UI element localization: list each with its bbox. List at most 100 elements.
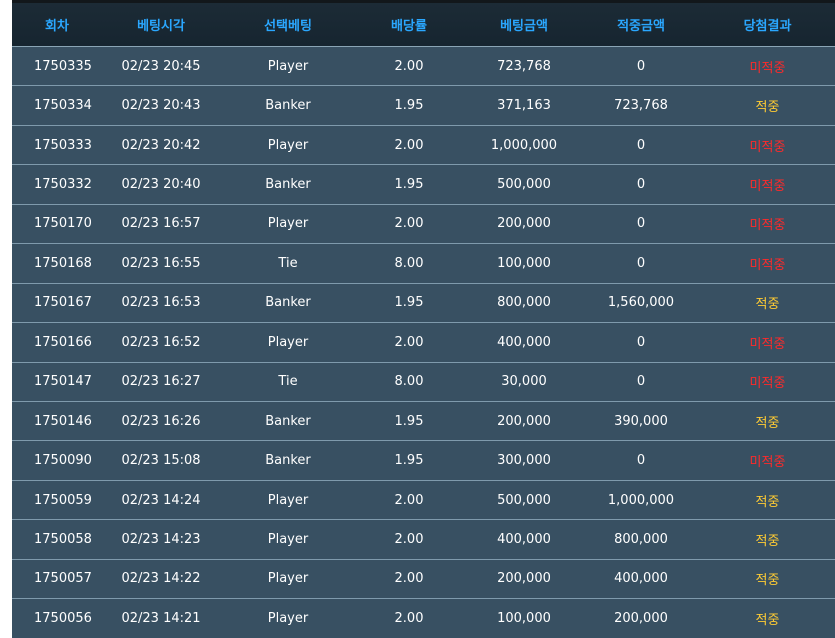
cell-bet-time: 02/23 16:53 [121, 295, 201, 311]
cell-odds: 2.00 [394, 571, 424, 587]
cell-bet-time: 02/23 14:22 [121, 571, 201, 587]
header-win-amount: 적중금액 [617, 19, 665, 34]
cell-win-amount: 0 [636, 58, 646, 74]
cell-odds: 1.95 [394, 453, 424, 469]
table-row: 1750334 02/23 20:43 Banker 1.95 371,163 723,7… [12, 86, 835, 126]
cell-win-amount: 1,560,000 [607, 295, 675, 311]
header-bet-time: 베팅시각 [137, 19, 185, 34]
table-row: 1750170 02/23 16:57 Player 2.00 200,000 0 미적중 [12, 204, 835, 245]
cell-bet-amount: 500,000 [497, 177, 551, 193]
cell-odds: 1.95 [394, 413, 424, 429]
cell-bet-amount: 400,000 [497, 334, 551, 350]
cell-bet-amount: 371,163 [497, 98, 551, 114]
cell-result: 미적중 [749, 336, 786, 352]
cell-bet-amount: 400,000 [497, 531, 551, 547]
cell-odds: 2.00 [394, 492, 424, 508]
cell-result: 적중 [755, 494, 780, 510]
cell-odds: 1.95 [394, 177, 424, 193]
cell-odds: 1.95 [394, 295, 424, 311]
cell-round: 1750090 [34, 453, 92, 469]
table-row: 1750057 02/23 14:22 Player 2.00 200,000 400,0… [12, 559, 835, 600]
cell-bet-time: 02/23 20:45 [121, 58, 201, 74]
cell-odds: 1.95 [394, 98, 424, 114]
table-row: 1750332 02/23 20:40 Banker 1.95 500,000 0 미적중 [12, 165, 835, 205]
cell-win-amount: 0 [636, 453, 646, 469]
table-header: 회차 베팅시각 선택베팅 배당률 베팅금액 적중금액 당첨결과 [12, 3, 835, 47]
table-row: 1750333 02/23 20:42 Player 2.00 1,000,000 0 미적… [12, 125, 835, 166]
cell-odds: 2.00 [394, 216, 424, 232]
table-row: 1750059 02/23 14:24 Player 2.00 500,000 1,000… [12, 480, 835, 521]
cell-selected-bet: Player [267, 137, 309, 153]
cell-selected-bet: Tie [278, 374, 298, 390]
cell-round: 1750332 [34, 177, 92, 193]
cell-result: 미적중 [749, 139, 786, 155]
cell-win-amount: 0 [636, 177, 646, 193]
cell-odds: 2.00 [394, 610, 424, 626]
header-round: 회차 [45, 19, 69, 34]
cell-win-amount: 0 [636, 334, 646, 350]
cell-bet-time: 02/23 16:57 [121, 216, 201, 232]
cell-bet-time: 02/23 16:55 [121, 255, 201, 271]
cell-round: 1750335 [34, 58, 92, 74]
cell-odds: 2.00 [394, 58, 424, 74]
cell-win-amount: 0 [636, 374, 646, 390]
cell-result: 적중 [755, 573, 780, 589]
cell-bet-amount: 200,000 [497, 571, 551, 587]
cell-win-amount: 200,000 [614, 610, 668, 626]
cell-result: 적중 [755, 612, 780, 628]
cell-bet-amount: 200,000 [497, 413, 551, 429]
cell-bet-time: 02/23 16:52 [121, 334, 201, 350]
cell-result: 미적중 [749, 257, 786, 273]
cell-selected-bet: Banker [265, 413, 311, 429]
cell-result: 미적중 [749, 376, 786, 392]
cell-win-amount: 390,000 [614, 413, 668, 429]
cell-selected-bet: Tie [278, 255, 298, 271]
cell-bet-time: 02/23 14:24 [121, 492, 201, 508]
table-row: 1750147 02/23 16:27 Tie 8.00 30,000 0 미적중 [12, 362, 835, 402]
cell-bet-amount: 300,000 [497, 453, 551, 469]
cell-bet-time: 02/23 15:08 [121, 453, 201, 469]
cell-bet-amount: 500,000 [497, 492, 551, 508]
header-selected-bet: 선택베팅 [264, 19, 312, 34]
table-row: 1750166 02/23 16:52 Player 2.00 400,000 0 미적중 [12, 323, 835, 363]
cell-odds: 8.00 [394, 255, 424, 271]
cell-round: 1750170 [34, 216, 92, 232]
cell-odds: 2.00 [394, 334, 424, 350]
cell-round: 1750146 [34, 413, 92, 429]
header-bet-amount: 베팅금액 [500, 19, 548, 34]
cell-win-amount: 0 [636, 137, 646, 153]
cell-selected-bet: Banker [265, 453, 311, 469]
cell-win-amount: 1,000,000 [607, 492, 675, 508]
cell-win-amount: 0 [636, 216, 646, 232]
table-row: 1750058 02/23 14:23 Player 2.00 400,000 800,0… [12, 520, 835, 560]
cell-selected-bet: Banker [265, 177, 311, 193]
cell-round: 1750057 [34, 571, 92, 587]
cell-bet-time: 02/23 14:21 [121, 610, 201, 626]
table-row: 1750168 02/23 16:55 Tie 8.00 100,000 0 미적중 [12, 244, 835, 284]
cell-bet-amount: 800,000 [497, 295, 551, 311]
cell-win-amount: 800,000 [614, 531, 668, 547]
table-row: 1750090 02/23 15:08 Banker 1.95 300,000 0 미적중 [12, 441, 835, 481]
cell-round: 1750168 [34, 255, 92, 271]
cell-bet-amount: 1,000,000 [490, 137, 558, 153]
cell-round: 1750167 [34, 295, 92, 311]
cell-selected-bet: Player [267, 58, 309, 74]
cell-round: 1750056 [34, 610, 92, 626]
table-row: 1750335 02/23 20:45 Player 2.00 723,768 0 미적중 [12, 47, 835, 87]
cell-round: 1750147 [34, 374, 92, 390]
cell-result: 적중 [755, 533, 780, 549]
cell-bet-time: 02/23 20:40 [121, 177, 201, 193]
header-result: 당첨결과 [743, 19, 792, 34]
cell-bet-amount: 100,000 [497, 255, 551, 271]
cell-result: 미적중 [749, 455, 786, 471]
cell-bet-time: 02/23 16:27 [121, 374, 201, 390]
cell-bet-amount: 723,768 [497, 58, 551, 74]
cell-selected-bet: Banker [265, 98, 311, 114]
cell-result: 적중 [755, 415, 780, 431]
cell-bet-amount: 200,000 [497, 216, 551, 232]
table-body: 1750335 02/23 20:45 Player 2.00 723,768 0 미적중 1… [12, 47, 835, 638]
cell-selected-bet: Player [267, 531, 309, 547]
cell-win-amount: 400,000 [614, 571, 668, 587]
cell-round: 1750166 [34, 334, 92, 350]
cell-win-amount: 723,768 [614, 98, 668, 114]
